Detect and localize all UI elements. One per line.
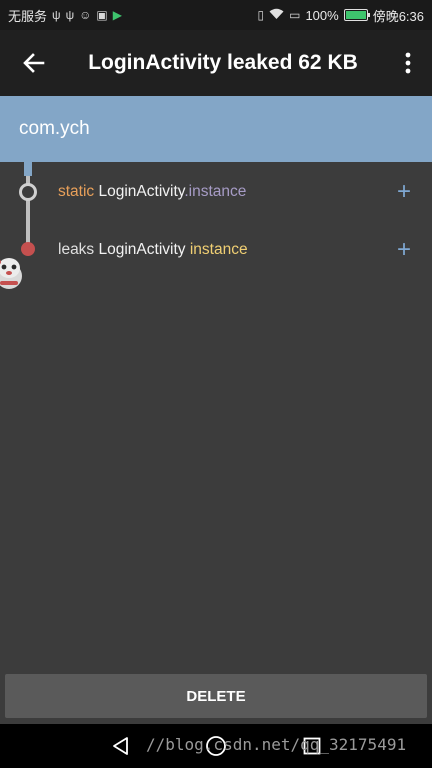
status-bar-left: 无服务 ψ ψ ☺ ▣ ▶ — [8, 6, 122, 25]
battery-percent-text: 100% — [305, 7, 339, 23]
overflow-menu-button[interactable] — [384, 30, 432, 96]
more-vert-icon — [405, 52, 411, 74]
play-store-icon: ▶ — [112, 8, 122, 22]
trace-connector — [24, 162, 32, 176]
face-icon: ☺ — [79, 8, 92, 22]
trace-row-text: static LoginActivity.instance — [58, 183, 246, 201]
carrier-text: 无服务 — [8, 8, 48, 24]
back-button[interactable] — [0, 30, 68, 96]
wifi-icon — [269, 8, 284, 22]
battery-icon — [343, 9, 370, 21]
page-title: LoginActivity leaked 62 KB — [88, 51, 358, 74]
square-recents-icon — [303, 737, 321, 755]
package-name: com.ych — [19, 118, 90, 139]
trace-field: instance — [189, 241, 248, 258]
briefcase-icon: ▣ — [96, 8, 108, 22]
usb-icon: ψ — [65, 8, 75, 22]
circle-home-icon — [206, 736, 226, 756]
usb-icon: ψ — [52, 8, 61, 22]
vibrate-icon: ▯ — [257, 8, 265, 22]
triangle-back-icon — [113, 737, 128, 755]
plus-icon[interactable]: + — [390, 238, 418, 262]
package-header[interactable]: com.ych — [0, 96, 432, 162]
sim-icon: ▭ — [289, 8, 301, 22]
trace-class-name: LoginActivity — [98, 183, 185, 200]
clock-text: 傍晚6:36 — [372, 8, 424, 24]
trace-prefix: leaks — [58, 241, 95, 258]
status-bar: 无服务 ψ ψ ☺ ▣ ▶ ▯ ▭ 100% 傍晚6:36 — [0, 0, 432, 30]
plus-icon[interactable]: + — [390, 180, 418, 204]
nav-back-button[interactable] — [108, 734, 132, 758]
leak-canary-mascot — [0, 254, 26, 297]
trace-row-static-instance[interactable]: static LoginActivity.instance + — [58, 177, 418, 207]
nav-recents-button[interactable] — [300, 734, 324, 758]
status-bar-right: ▯ ▭ 100% 傍晚6:36 — [257, 6, 424, 25]
arrow-left-icon — [23, 53, 45, 73]
navigation-bar — [0, 724, 432, 768]
leak-detail-screen: 无服务 ψ ψ ☺ ▣ ▶ ▯ ▭ 100% 傍晚6:36 LoginActiv… — [0, 0, 432, 768]
trace-row-leaked-instance[interactable]: leaks LoginActivity instance + — [58, 235, 418, 265]
delete-button[interactable]: DELETE — [5, 674, 427, 718]
trace-node-root — [19, 183, 37, 201]
battery-level — [345, 11, 366, 19]
trace-row-text: leaks LoginActivity instance — [58, 241, 248, 259]
trace-class-name: LoginActivity — [98, 241, 186, 258]
trace-prefix: static — [58, 183, 95, 200]
app-bar: LoginActivity leaked 62 KB — [0, 30, 432, 96]
trace-field: .instance — [184, 183, 247, 200]
nav-home-button[interactable] — [204, 734, 228, 758]
